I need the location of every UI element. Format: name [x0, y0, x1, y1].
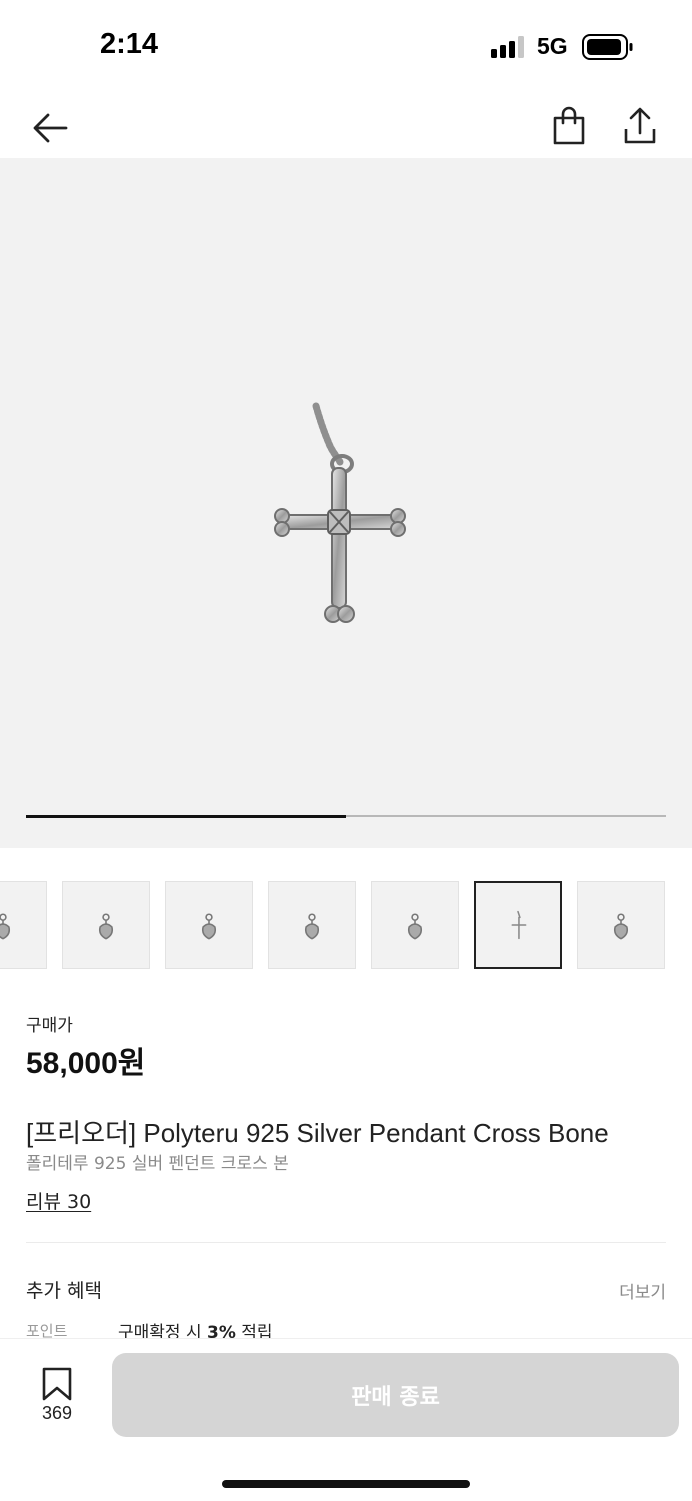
product-thumbnail[interactable] — [165, 881, 253, 969]
gallery-progress-track — [26, 814, 666, 818]
sold-out-button[interactable]: 판매 종료 — [112, 1353, 679, 1437]
product-subtitle: 폴리테루 925 실버 펜던트 크로스 본 — [26, 1154, 289, 1174]
shopping-bag-icon — [553, 106, 585, 145]
product-thumbnail[interactable] — [268, 881, 356, 969]
pendant-thumb-icon — [613, 913, 629, 940]
share-button[interactable] — [614, 98, 666, 154]
cross-thumb-icon — [511, 910, 527, 940]
network-label: 5G — [537, 33, 568, 59]
section-divider — [26, 1242, 666, 1243]
battery-icon — [582, 34, 633, 60]
price-label: 구매가 — [26, 1016, 73, 1036]
review-link[interactable]: 리뷰 30 — [26, 1187, 91, 1214]
signal-icon — [491, 36, 524, 58]
cross-pendant-image — [274, 402, 406, 623]
bottom-action-bar: 369 판매 종료 — [0, 1338, 692, 1501]
thumbnail-strip — [0, 881, 692, 973]
pendant-thumb-icon — [304, 913, 320, 940]
back-arrow-icon — [33, 113, 68, 143]
product-title: [프리오더] Polyteru 925 Silver Pendant Cross… — [26, 1118, 609, 1148]
product-thumbnail[interactable] — [62, 881, 150, 969]
pendant-thumb-icon — [407, 913, 423, 940]
benefits-more-link[interactable]: 더보기 — [619, 1278, 666, 1303]
pendant-thumb-icon — [201, 913, 217, 940]
bookmark-icon — [42, 1367, 72, 1401]
status-time: 2:14 — [100, 28, 159, 60]
shopping-bag-button[interactable] — [544, 98, 594, 154]
back-button[interactable] — [22, 100, 78, 156]
bookmark-count: 369 — [41, 1403, 73, 1423]
pendant-thumb-icon — [98, 913, 114, 940]
status-bar: 2:14 5G — [0, 0, 692, 90]
gallery-progress-fill — [26, 814, 346, 818]
product-thumbnail[interactable] — [371, 881, 459, 969]
product-image-gallery[interactable] — [0, 158, 692, 848]
top-nav-bar — [0, 90, 692, 158]
product-thumbnail[interactable] — [474, 881, 562, 969]
price-value: 58,000원 — [26, 1047, 146, 1080]
benefits-title: 추가 혜택 — [26, 1280, 102, 1302]
home-indicator — [222, 1480, 470, 1488]
pendant-thumb-icon — [0, 913, 11, 940]
share-icon — [624, 107, 656, 144]
product-thumbnail[interactable] — [577, 881, 665, 969]
bookmark-button[interactable]: 369 — [26, 1365, 88, 1427]
product-thumbnail[interactable] — [0, 881, 47, 969]
